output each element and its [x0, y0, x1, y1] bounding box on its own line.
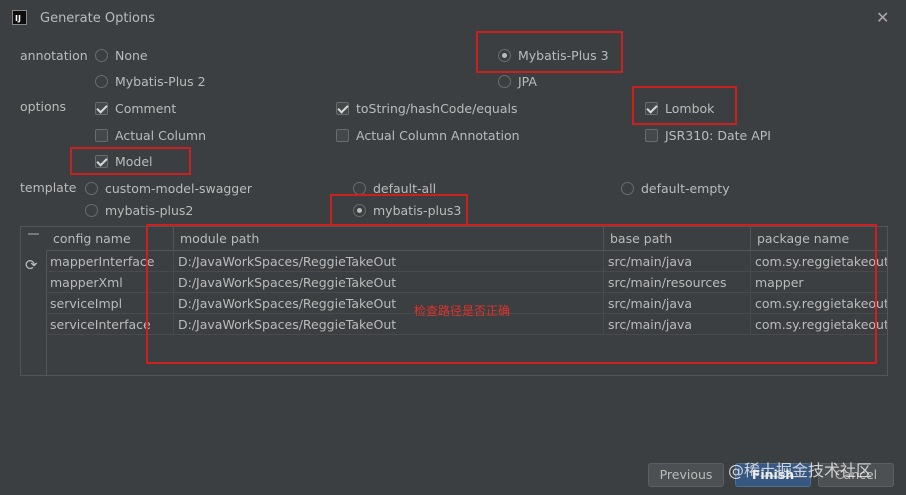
radio-label: mybatis-plus2	[105, 203, 194, 218]
options-label: options	[20, 99, 67, 114]
annotation-label: annotation	[20, 48, 88, 63]
watermark: @稀土掘金技术社区	[728, 461, 873, 480]
window-title: Generate Options	[40, 11, 156, 26]
radio-button[interactable]	[85, 182, 98, 195]
title-bar: IJ Generate Options ✕	[0, 0, 906, 36]
refresh-icon[interactable]: ⟳	[25, 256, 38, 274]
highlight-model	[70, 147, 191, 175]
checkbox-label: Actual Column Annotation	[356, 128, 520, 143]
radio-label: None	[115, 48, 148, 63]
radio-button[interactable]	[498, 75, 511, 88]
radio-label: Mybatis-Plus 2	[115, 74, 206, 89]
checkbox[interactable]	[645, 129, 658, 142]
radio-label: custom-model-swagger	[105, 181, 253, 196]
radio-button[interactable]	[621, 182, 634, 195]
highlight-lombok	[632, 86, 737, 125]
checkbox-label: Actual Column	[115, 128, 207, 143]
highlight-table-paths	[146, 224, 877, 364]
radio-button[interactable]	[95, 49, 108, 62]
highlight-mybatis-plus-3	[476, 31, 623, 73]
checkbox[interactable]	[336, 102, 349, 115]
minus-icon[interactable]	[28, 233, 39, 235]
checkbox[interactable]	[95, 102, 108, 115]
checkbox[interactable]	[95, 129, 108, 142]
checkbox-label: toString/hashCode/equals	[356, 101, 518, 116]
radio-label: default-empty	[641, 181, 730, 196]
intellij-icon: IJ	[12, 10, 27, 25]
template-label: template	[20, 180, 77, 195]
table-toolbar: ⟳	[21, 227, 47, 375]
checkbox-label: JSR310: Date API	[665, 128, 771, 143]
close-icon[interactable]: ✕	[876, 8, 889, 27]
radio-button[interactable]	[95, 75, 108, 88]
checkbox[interactable]	[336, 129, 349, 142]
previous-button[interactable]: Previous	[648, 463, 724, 487]
highlight-mybatis-plus3	[330, 194, 468, 226]
radio-button[interactable]	[85, 204, 98, 217]
checkbox-label: Comment	[115, 101, 177, 116]
radio-label: JPA	[518, 74, 537, 89]
